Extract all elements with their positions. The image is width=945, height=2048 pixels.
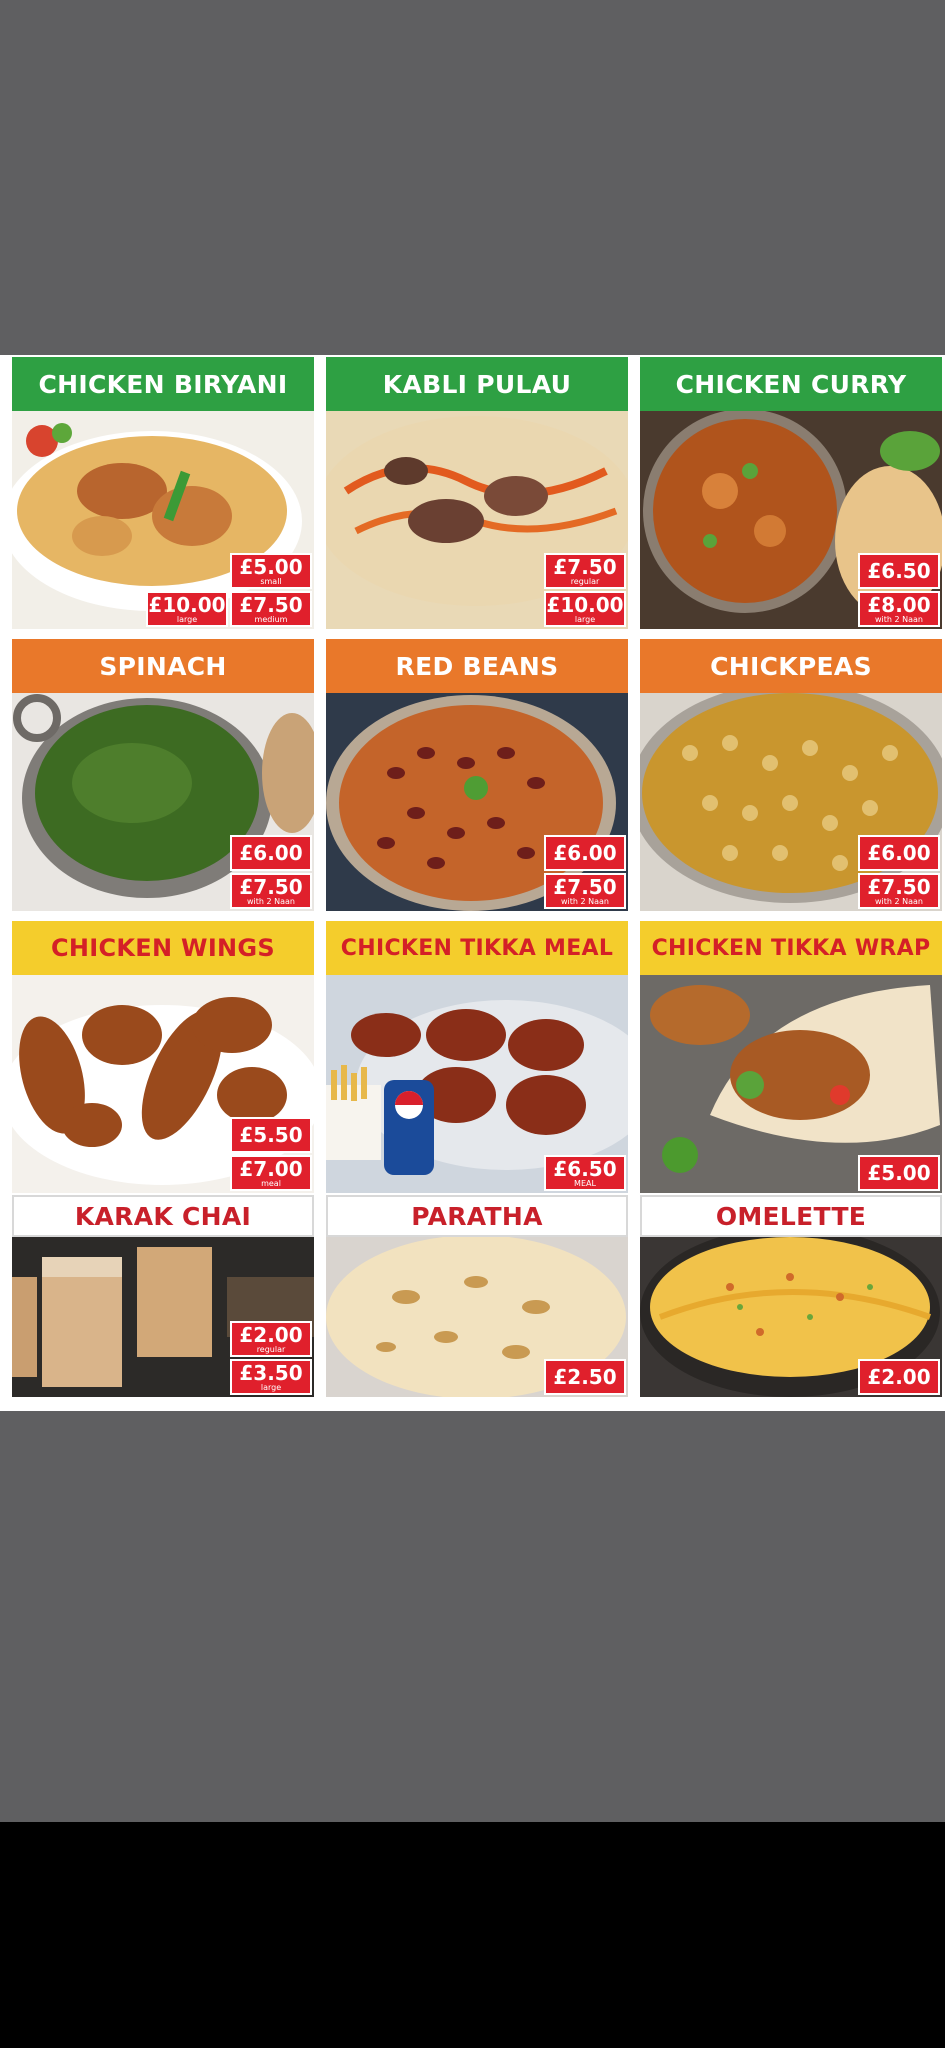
price-tag: £7.50 regular [544, 553, 626, 589]
card-title: CHICKEN CURRY [640, 357, 942, 411]
price-tag: £2.00 [858, 1359, 940, 1395]
menu-card-chicken-curry: CHICKEN CURRY £6.50 £8.00 with 2 Naan [640, 357, 942, 629]
price-tag: £7.50 with 2 Naan [230, 873, 312, 909]
card-title: CHICKEN BIRYANI [12, 357, 314, 411]
price-tag: £8.00 with 2 Naan [858, 591, 940, 627]
card-title: CHICKEN WINGS [12, 921, 314, 975]
price-tag: £7.00 meal [230, 1155, 312, 1191]
card-title: OMELETTE [640, 1195, 942, 1237]
menu-card-chicken-biryani: CHICKEN BIRYANI £5.00 small £10.00 large £… [12, 357, 314, 629]
menu-card-karak-chai: KARAK CHAI £2.00 regular £3.50 large [12, 1195, 314, 1397]
price-tag: £3.50 large [230, 1359, 312, 1395]
menu-card-kabli-pulau: KABLI PULAU £7.50 regular £10.00 large [326, 357, 628, 629]
card-title: CHICKEN TIKKA WRAP [640, 921, 942, 975]
card-title: CHICKEN TIKKA MEAL [326, 921, 628, 975]
price-tag: £7.50 with 2 Naan [858, 873, 940, 909]
price-tag: £6.00 [230, 835, 312, 871]
price-tag: £5.00 [858, 1155, 940, 1191]
bottom-letterbox [0, 1411, 945, 1822]
price-tag: £5.00 small [230, 553, 312, 589]
price-tag: £7.50 with 2 Naan [544, 873, 626, 909]
price-tag: £2.50 [544, 1359, 626, 1395]
price-tag: £6.50 MEAL [544, 1155, 626, 1191]
card-title: PARATHA [326, 1195, 628, 1237]
menu-card-omelette: OMELETTE £2.00 [640, 1195, 942, 1397]
card-title: SPINACH [12, 639, 314, 693]
card-title: KABLI PULAU [326, 357, 628, 411]
price-tag: £6.00 [858, 835, 940, 871]
card-title: CHICKPEAS [640, 639, 942, 693]
menu-card-chickpeas: CHICKPEAS £6.00 £7.50 with 2 Naan [640, 639, 942, 911]
top-letterbox [0, 0, 945, 355]
menu-card-paratha: PARATHA £2.50 [326, 1195, 628, 1397]
menu-card-chicken-wings: CHICKEN WINGS £5.50 £7.00 meal [12, 921, 314, 1193]
menu-card-spinach: SPINACH £6.00 £7.50 with 2 Naan [12, 639, 314, 911]
system-navigation-bar [0, 1822, 945, 2048]
price-tag: £6.50 [858, 553, 940, 589]
price-tag: £7.50 medium [230, 591, 312, 627]
price-tag: £2.00 regular [230, 1321, 312, 1357]
menu-card-chicken-tikka-wrap: CHICKEN TIKKA WRAP £5.00 [640, 921, 942, 1193]
card-title: KARAK CHAI [12, 1195, 314, 1237]
menu-board-image[interactable]: CHICKEN BIRYANI £5.00 small £10.00 large £… [0, 355, 945, 1411]
price-tag: £10.00 large [544, 591, 626, 627]
price-tag: £6.00 [544, 835, 626, 871]
menu-card-chicken-tikka-meal: CHICKEN TIKKA MEAL £6.50 MEAL [326, 921, 628, 1193]
price-tag: £10.00 large [146, 591, 228, 627]
card-title: RED BEANS [326, 639, 628, 693]
menu-card-red-beans: RED BEANS £6.00 £7.50 with 2 Naan [326, 639, 628, 911]
price-tag: £5.50 [230, 1117, 312, 1153]
